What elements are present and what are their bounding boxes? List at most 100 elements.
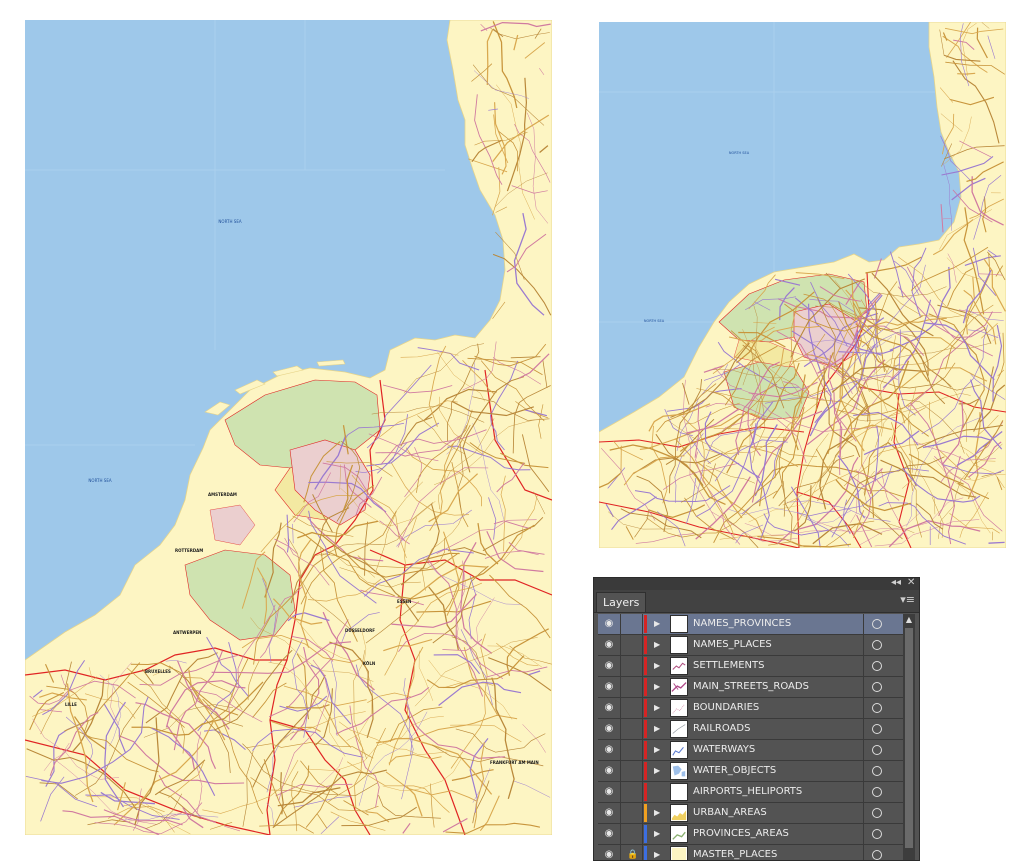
layer-row[interactable]: ◉ ▶ NAMES_PROVINCES [598,614,903,635]
column-divider [620,803,621,823]
column-divider [642,803,643,823]
target-circle-icon[interactable] [872,808,882,818]
expand-arrow-icon[interactable]: ▶ [654,828,664,840]
column-divider [642,698,643,718]
lock-toggle[interactable] [627,660,637,672]
city-label: AMSTERDAM [208,492,237,497]
panel-menu-icon[interactable]: ▾≡ [900,593,915,607]
layer-color-swatch [644,720,647,738]
layer-color-swatch [644,762,647,780]
lock-toggle[interactable] [627,618,637,630]
column-divider [642,740,643,760]
map-right[interactable]: NORTH SEA NORTH SEA [599,22,1006,548]
target-circle-icon[interactable] [872,766,882,776]
sea-label: NORTH SEA [729,151,750,155]
tab-layers[interactable]: Layers [596,592,647,612]
layer-row[interactable]: ◉ ▶ NAMES_PLACES [598,635,903,656]
panel-titlebar[interactable]: ◂◂ ✕ [594,578,919,590]
close-icon[interactable]: ✕ [907,578,915,589]
lock-toggle[interactable] [627,744,637,756]
layer-name[interactable]: AIRPORTS_HELIPORTS [693,782,802,802]
eye-icon[interactable]: ◉ [603,828,615,840]
city-label: DÜSSELDORF [345,628,375,633]
layer-name[interactable]: BOUNDARIES [693,698,759,718]
map-left[interactable]: NORTH SEA NORTH SEA AMSTERDAM ROTTERDAM … [25,20,552,835]
column-divider [863,719,864,739]
layer-name[interactable]: NAMES_PROVINCES [693,614,791,634]
column-divider [863,803,864,823]
eye-icon[interactable]: ◉ [603,765,615,777]
layers-panel[interactable]: ◂◂ ✕ Layers ▾≡ ◉ ▶ NAMES_PROVINCES ◉ ▶ NAMES_… [593,577,920,861]
layer-name[interactable]: RAILROADS [693,719,750,739]
eye-icon[interactable]: ◉ [603,786,615,798]
target-circle-icon[interactable] [872,829,882,839]
expand-arrow-icon[interactable]: ▶ [654,723,664,735]
layer-name[interactable]: MAIN_STREETS_ROADS [693,677,809,697]
expand-arrow-icon[interactable] [654,786,664,798]
lock-toggle[interactable] [627,639,637,651]
layer-row[interactable]: ◉ ▶ PROVINCES_AREAS [598,824,903,845]
target-circle-icon[interactable] [872,640,882,650]
expand-arrow-icon[interactable]: ▶ [654,807,664,819]
scroll-up-icon[interactable]: ▲ [904,616,914,624]
target-circle-icon[interactable] [872,661,882,671]
layer-name[interactable]: MASTER_PLACES [693,845,777,860]
layer-row[interactable]: ◉ AIRPORTS_HELIPORTS [598,782,903,803]
collapse-panel-icon[interactable]: ◂◂ [891,578,901,589]
eye-icon[interactable]: ◉ [603,849,615,860]
layer-row[interactable]: ◉ ▶ SETTLEMENTS [598,656,903,677]
panel-tab-row: Layers ▾≡ [594,590,919,613]
lock-toggle[interactable] [627,723,637,735]
layer-color-swatch [644,699,647,717]
layer-row[interactable]: ◉ ▶ BOUNDARIES [598,698,903,719]
expand-arrow-icon[interactable]: ▶ [654,702,664,714]
target-circle-icon[interactable] [872,724,882,734]
expand-arrow-icon[interactable]: ▶ [654,765,664,777]
scrollbar-thumb[interactable] [905,628,913,848]
layer-name[interactable]: NAMES_PLACES [693,635,772,655]
expand-arrow-icon[interactable]: ▶ [654,618,664,630]
eye-icon[interactable]: ◉ [603,744,615,756]
expand-arrow-icon[interactable]: ▶ [654,849,664,860]
target-circle-icon[interactable] [872,745,882,755]
layer-name[interactable]: PROVINCES_AREAS [693,824,789,844]
layer-row[interactable]: ◉ 🔒 ▶ MASTER_PLACES [598,845,903,860]
column-divider [620,740,621,760]
lock-toggle[interactable] [627,765,637,777]
eye-icon[interactable]: ◉ [603,702,615,714]
eye-icon[interactable]: ◉ [603,723,615,735]
layer-name[interactable]: SETTLEMENTS [693,656,764,676]
layer-row[interactable]: ◉ ▶ URBAN_AREAS [598,803,903,824]
target-circle-icon[interactable] [872,703,882,713]
layer-row[interactable]: ◉ ▶ RAILROADS [598,719,903,740]
layer-row[interactable]: ◉ ▶ WATERWAYS [598,740,903,761]
eye-icon[interactable]: ◉ [603,681,615,693]
target-circle-icon[interactable] [872,787,882,797]
target-circle-icon[interactable] [872,682,882,692]
layer-row[interactable]: ◉ ▶ WATER_OBJECTS [598,761,903,782]
layer-name[interactable]: WATERWAYS [693,740,755,760]
expand-arrow-icon[interactable]: ▶ [654,744,664,756]
eye-icon[interactable]: ◉ [603,639,615,651]
lock-toggle[interactable] [627,681,637,693]
expand-arrow-icon[interactable]: ▶ [654,660,664,672]
expand-arrow-icon[interactable]: ▶ [654,639,664,651]
target-circle-icon[interactable] [872,850,882,860]
lock-toggle[interactable] [627,786,637,798]
lock-toggle[interactable] [627,807,637,819]
layer-row[interactable]: ◉ ▶ MAIN_STREETS_ROADS [598,677,903,698]
column-divider [642,845,643,860]
layer-list-scrollbar[interactable]: ▲ [903,614,915,860]
eye-icon[interactable]: ◉ [603,618,615,630]
layer-color-swatch [644,846,647,860]
lock-toggle[interactable] [627,702,637,714]
target-circle-icon[interactable] [872,619,882,629]
layer-name[interactable]: WATER_OBJECTS [693,761,776,781]
lock-toggle[interactable] [627,828,637,840]
expand-arrow-icon[interactable]: ▶ [654,681,664,693]
eye-icon[interactable]: ◉ [603,807,615,819]
layer-color-swatch [644,825,647,843]
eye-icon[interactable]: ◉ [603,660,615,672]
lock-icon[interactable]: 🔒 [627,849,638,860]
layer-name[interactable]: URBAN_AREAS [693,803,767,823]
